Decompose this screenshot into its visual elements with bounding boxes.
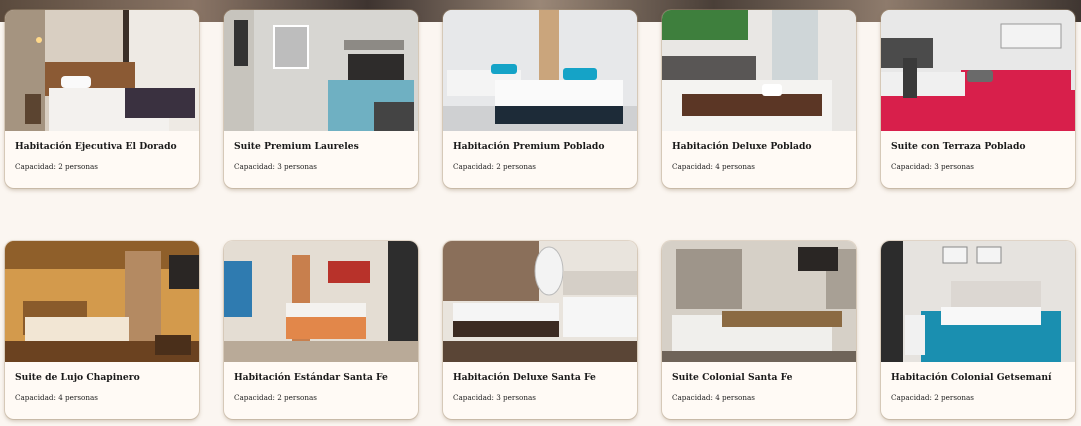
room-capacity: Capacidad: 3 personas xyxy=(453,393,536,402)
room-photo xyxy=(662,10,856,131)
room-title: Habitación Ejecutiva El Dorado xyxy=(15,141,177,152)
room-photo xyxy=(5,241,199,362)
room-card[interactable]: Suite de Lujo Chapinero Capacidad: 4 per… xyxy=(5,241,199,419)
room-photo xyxy=(5,10,199,131)
room-photo xyxy=(881,241,1075,362)
room-title: Suite Colonial Santa Fe xyxy=(672,372,793,383)
room-capacity: Capacidad: 4 personas xyxy=(15,393,98,402)
room-photo xyxy=(224,241,418,362)
room-card[interactable]: Suite Premium Laureles Capacidad: 3 pers… xyxy=(224,10,418,188)
room-capacity: Capacidad: 4 personas xyxy=(672,162,755,171)
room-card[interactable]: Habitación Estándar Santa Fe Capacidad: … xyxy=(224,241,418,419)
room-card[interactable]: Habitación Premium Poblado Capacidad: 2 … xyxy=(443,10,637,188)
room-card[interactable]: Habitación Deluxe Santa Fe Capacidad: 3 … xyxy=(443,241,637,419)
room-title: Habitación Colonial Getsemaní xyxy=(891,372,1052,383)
room-capacity: Capacidad: 2 personas xyxy=(234,393,317,402)
room-capacity: Capacidad: 3 personas xyxy=(891,162,974,171)
room-card[interactable]: Habitación Ejecutiva El Dorado Capacidad… xyxy=(5,10,199,188)
room-photo xyxy=(224,10,418,131)
room-capacity: Capacidad: 2 personas xyxy=(891,393,974,402)
room-card[interactable]: Suite Colonial Santa Fe Capacidad: 4 per… xyxy=(662,241,856,419)
room-title: Habitación Estándar Santa Fe xyxy=(234,372,388,383)
room-title: Suite con Terraza Poblado xyxy=(891,141,1026,152)
room-photo xyxy=(881,10,1075,131)
room-title: Habitación Premium Poblado xyxy=(453,141,605,152)
room-card[interactable]: Suite con Terraza Poblado Capacidad: 3 p… xyxy=(881,10,1075,188)
room-title: Habitación Deluxe Santa Fe xyxy=(453,372,596,383)
room-title: Suite Premium Laureles xyxy=(234,141,359,152)
room-photo xyxy=(443,241,637,362)
room-capacity: Capacidad: 2 personas xyxy=(15,162,98,171)
room-capacity: Capacidad: 4 personas xyxy=(672,393,755,402)
room-capacity: Capacidad: 2 personas xyxy=(453,162,536,171)
room-title: Suite de Lujo Chapinero xyxy=(15,372,140,383)
room-title: Habitación Deluxe Poblado xyxy=(672,141,812,152)
room-photo xyxy=(662,241,856,362)
room-photo xyxy=(443,10,637,131)
room-card[interactable]: Habitación Deluxe Poblado Capacidad: 4 p… xyxy=(662,10,856,188)
room-card[interactable]: Habitación Colonial Getsemaní Capacidad:… xyxy=(881,241,1075,419)
room-capacity: Capacidad: 3 personas xyxy=(234,162,317,171)
